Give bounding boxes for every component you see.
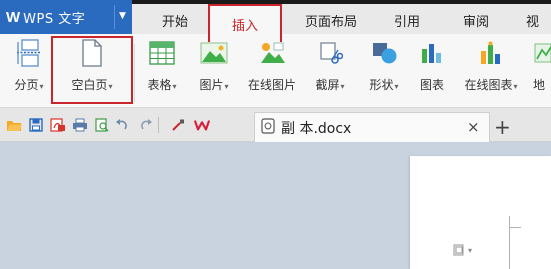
close-icon[interactable]: × bbox=[467, 118, 480, 136]
online-picture-icon bbox=[256, 38, 288, 68]
online-chart-label: 在线图表 bbox=[464, 78, 513, 92]
online-picture-button[interactable]: 在线图片 bbox=[244, 38, 300, 104]
map-icon bbox=[533, 38, 551, 68]
paste-options-icon[interactable]: ▾ bbox=[453, 244, 472, 256]
chevron-down-icon: ▾ bbox=[39, 82, 44, 91]
window-top-strip bbox=[132, 0, 551, 4]
document-tab[interactable]: 副 本.docx × bbox=[254, 112, 490, 142]
chart-label: 图表 bbox=[419, 78, 444, 92]
chevron-down-icon: ▾ bbox=[394, 82, 399, 91]
online-picture-label: 在线图片 bbox=[247, 78, 296, 92]
save-icon[interactable] bbox=[28, 117, 44, 133]
tab-home[interactable]: 开始 bbox=[147, 6, 203, 34]
format-painter-icon[interactable] bbox=[170, 117, 186, 133]
margin-marker bbox=[509, 227, 521, 228]
page-break-icon bbox=[13, 38, 45, 68]
chevron-down-icon: ▾ bbox=[108, 82, 113, 91]
open-folder-icon[interactable] bbox=[6, 117, 22, 133]
app-name: WPS 文字 bbox=[23, 11, 86, 27]
page-break-label: 分页 bbox=[14, 78, 39, 92]
print-preview-icon[interactable] bbox=[94, 117, 110, 133]
table-label: 表格 bbox=[147, 78, 172, 92]
app-menu-divider bbox=[114, 5, 115, 29]
table-button[interactable]: 表格▾ bbox=[141, 38, 183, 104]
screenshot-icon bbox=[314, 38, 346, 68]
blank-page-button[interactable]: 空白页▾ bbox=[60, 38, 124, 104]
chevron-down-icon: ▾ bbox=[513, 82, 518, 91]
quick-access-toolbar: 副 本.docx × + bbox=[0, 108, 551, 142]
picture-button[interactable]: 图片▾ bbox=[192, 38, 236, 104]
insert-ribbon: 分页▾ 空白页▾ 表格▾ 图片▾ 在线图片 截屏▾ 形状▾ 图表 在线图表▾ 地 bbox=[0, 34, 551, 108]
tab-insert[interactable]: 插入 bbox=[208, 4, 282, 42]
document-page[interactable]: ▾ bbox=[410, 156, 551, 269]
map-button[interactable]: 地 bbox=[533, 38, 551, 104]
tab-view[interactable]: 视 bbox=[526, 6, 551, 34]
shapes-icon bbox=[368, 38, 400, 68]
document-title: 副 本.docx bbox=[281, 120, 352, 137]
blank-page-icon bbox=[76, 38, 108, 68]
print-icon[interactable] bbox=[72, 117, 88, 133]
chevron-down-icon: ▾ bbox=[340, 82, 345, 91]
picture-label: 图片 bbox=[199, 78, 224, 92]
document-workspace[interactable]: ▾ bbox=[0, 143, 551, 269]
online-chart-button[interactable]: 在线图表▾ bbox=[455, 38, 527, 104]
tab-page-layout[interactable]: 页面布局 bbox=[292, 6, 370, 34]
shapes-label: 形状 bbox=[369, 78, 394, 92]
online-chart-icon bbox=[475, 38, 507, 68]
shapes-button[interactable]: 形状▾ bbox=[362, 38, 406, 104]
screenshot-button[interactable]: 截屏▾ bbox=[308, 38, 352, 104]
wps-logo: W bbox=[6, 8, 21, 26]
map-label: 地 bbox=[533, 78, 546, 92]
blank-page-label: 空白页 bbox=[71, 78, 108, 92]
table-icon bbox=[146, 38, 178, 68]
new-tab-button[interactable]: + bbox=[494, 115, 511, 139]
margin-marker bbox=[509, 216, 510, 269]
document-icon bbox=[261, 118, 275, 137]
chevron-down-icon[interactable]: ▼ bbox=[119, 11, 126, 21]
screenshot-label: 截屏 bbox=[315, 78, 340, 92]
chart-button[interactable]: 图表 bbox=[414, 38, 450, 104]
tab-references[interactable]: 引用 bbox=[379, 6, 435, 34]
chevron-down-icon: ▾ bbox=[172, 82, 177, 91]
ribbon-divider bbox=[134, 44, 135, 102]
export-pdf-icon[interactable] bbox=[50, 117, 66, 133]
picture-icon bbox=[198, 38, 230, 68]
page-break-button[interactable]: 分页▾ bbox=[8, 38, 50, 104]
redo-icon[interactable] bbox=[138, 117, 154, 133]
toolbar-divider bbox=[158, 117, 159, 133]
tab-review[interactable]: 审阅 bbox=[448, 6, 504, 34]
app-menu-button[interactable]: W WPS 文字 ▼ bbox=[0, 0, 132, 34]
undo-icon[interactable] bbox=[114, 117, 130, 133]
title-bar: W WPS 文字 ▼ 开始 插入 页面布局 引用 审阅 视 bbox=[0, 0, 551, 42]
wps-logo-icon[interactable] bbox=[194, 117, 210, 133]
chevron-down-icon: ▾ bbox=[224, 82, 229, 91]
chart-icon bbox=[416, 38, 448, 68]
